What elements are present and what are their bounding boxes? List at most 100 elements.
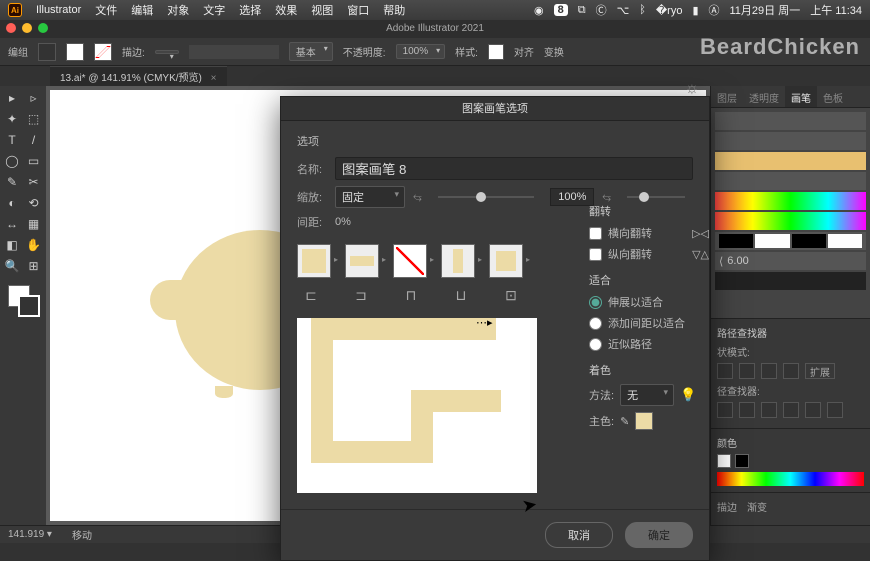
eyedropper-icon[interactable]: ✎	[620, 415, 629, 428]
stroke-swatch[interactable]	[66, 43, 84, 61]
tip-icon[interactable]: 💡	[680, 387, 696, 403]
method-select[interactable]: 无	[620, 384, 674, 406]
pf-minus[interactable]	[739, 363, 755, 379]
scissors-tool[interactable]: ✂	[24, 172, 44, 192]
status-icon1[interactable]: ⧉	[578, 4, 586, 17]
direct-selection-tool[interactable]: ▹	[24, 88, 44, 108]
menu-type[interactable]: 文字	[203, 2, 225, 18]
menu-effect[interactable]: 效果	[275, 2, 297, 18]
selection-tool[interactable]: ▸	[2, 88, 22, 108]
close-tab-icon[interactable]: ×	[211, 73, 217, 84]
color-black[interactable]	[735, 454, 749, 468]
fit-stretch-radio[interactable]	[589, 296, 602, 309]
lasso-tool[interactable]: ⬚	[24, 109, 44, 129]
menu-file[interactable]: 文件	[95, 2, 117, 18]
cancel-button[interactable]: 取消	[545, 522, 613, 548]
menubar-date[interactable]: 11月29日 周一	[730, 2, 801, 18]
tile-inner-corner[interactable]	[441, 244, 475, 278]
line-tool[interactable]: /	[24, 130, 44, 150]
menu-view[interactable]: 视图	[311, 2, 333, 18]
brush-def-dd[interactable]: 基本	[289, 42, 333, 61]
brush-row[interactable]	[715, 192, 866, 210]
brush-row[interactable]: ⟨6.00	[715, 252, 866, 270]
align-link[interactable]: 对齐	[514, 44, 534, 59]
hand-tool[interactable]: ✋	[24, 235, 44, 255]
stroke-box[interactable]	[18, 295, 40, 317]
menu-help[interactable]: 帮助	[383, 2, 405, 18]
scale-tool[interactable]: ↔	[2, 214, 22, 234]
flip-v-checkbox[interactable]	[589, 248, 602, 261]
bluetooth-icon[interactable]: ᛒ	[639, 4, 646, 16]
stroke-profile[interactable]	[189, 45, 279, 59]
fit-icon-5[interactable]: ⊡	[497, 286, 525, 304]
color-white[interactable]	[717, 454, 731, 468]
doc-tab[interactable]: 13.ai* @ 141.91% (CMYK/预览) ×	[50, 66, 227, 86]
magic-wand-tool[interactable]: ✦	[2, 109, 22, 129]
input-icon[interactable]: Ⓐ	[709, 2, 720, 18]
color-spectrum[interactable]	[717, 472, 864, 486]
color-title[interactable]: 颜色	[717, 439, 737, 450]
minimize-window[interactable]	[22, 23, 32, 33]
pf-intersect[interactable]	[761, 363, 777, 379]
badge[interactable]: 8	[554, 4, 568, 16]
rotate-tool[interactable]: ◐	[2, 193, 22, 213]
pf-exclude[interactable]	[783, 363, 799, 379]
tile-outer-corner[interactable]	[297, 244, 331, 278]
tab-gradient[interactable]: 渐变	[747, 499, 767, 514]
pf-unite[interactable]	[717, 363, 733, 379]
stroke-swatch-none[interactable]	[94, 43, 112, 61]
brush-row[interactable]	[715, 132, 866, 150]
menubar-time[interactable]: 上午 11:34	[810, 2, 862, 18]
fit-icon-4[interactable]: ⊔	[447, 286, 475, 304]
fit-approx-radio[interactable]	[589, 338, 602, 351]
scale-percent[interactable]: 100%	[550, 188, 594, 206]
fit-icon-1[interactable]: ⊏	[297, 286, 325, 304]
wifi-icon[interactable]: �ryo	[656, 4, 683, 17]
tab-layers[interactable]: 图层	[711, 86, 743, 107]
fill-swatch[interactable]	[38, 43, 56, 61]
tile-between[interactable]	[393, 244, 427, 278]
tab-transparency[interactable]: 透明度	[743, 86, 785, 107]
zoom-level[interactable]: 141.919 ▾	[8, 529, 52, 540]
brush-row[interactable]	[715, 272, 866, 290]
traffic-lights[interactable]	[6, 23, 48, 33]
mesh-tool[interactable]: ▦	[24, 214, 44, 234]
pf-trim[interactable]	[739, 402, 755, 418]
brush-row[interactable]	[715, 152, 866, 170]
opacity-dd[interactable]: 100%	[396, 44, 446, 59]
status-icon3[interactable]: ⌥	[617, 4, 630, 17]
battery-icon[interactable]: ▮	[692, 4, 698, 17]
expand-button[interactable]: 扩展	[805, 363, 835, 379]
pf-crop[interactable]	[783, 402, 799, 418]
menu-window[interactable]: 窗口	[347, 2, 369, 18]
pf-minus-back[interactable]	[827, 402, 843, 418]
link-icon[interactable]: ⥃	[413, 191, 422, 204]
fill-stroke-control[interactable]	[2, 281, 44, 321]
pf-outline[interactable]	[805, 402, 821, 418]
status-mode[interactable]: 移动	[72, 527, 92, 542]
tab-swatches[interactable]: 色板	[817, 86, 849, 107]
close-window[interactable]	[6, 23, 16, 33]
brush-row[interactable]	[715, 232, 866, 250]
rectangle-tool[interactable]: ▭	[24, 151, 44, 171]
zoom-tool[interactable]: 🔍	[2, 256, 22, 276]
tile-side[interactable]	[345, 244, 379, 278]
flip-h-checkbox[interactable]	[589, 227, 602, 240]
menu-select[interactable]: 选择	[239, 2, 261, 18]
menu-edit[interactable]: 编辑	[131, 2, 153, 18]
ok-button[interactable]: 确定	[625, 522, 693, 548]
tab-stroke-b[interactable]: 描边	[717, 499, 737, 514]
name-input[interactable]	[335, 157, 693, 180]
zoom-window[interactable]	[38, 23, 48, 33]
reflect-tool[interactable]: ⟲	[24, 193, 44, 213]
transform-link[interactable]: 变换	[544, 44, 564, 59]
fit-icon-2[interactable]: ⊐	[347, 286, 375, 304]
tab-brushes[interactable]: 画笔	[785, 86, 817, 107]
fit-icon-3[interactable]: ⊓	[397, 286, 425, 304]
pf-merge[interactable]	[761, 402, 777, 418]
scale-slider[interactable]	[438, 196, 534, 198]
menu-object[interactable]: 对象	[167, 2, 189, 18]
spacing-value[interactable]: 0%	[335, 216, 351, 228]
status-icon2[interactable]: Ⓒ	[596, 2, 607, 18]
artboard-tool[interactable]: ⊞	[24, 256, 44, 276]
